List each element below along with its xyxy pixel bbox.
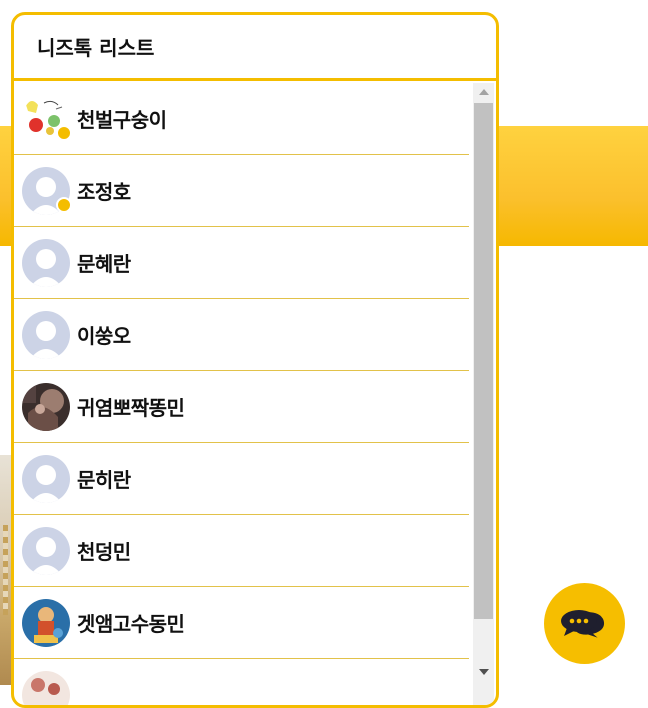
friend-list: 천벌구숭이 조정호 — [14, 83, 469, 708]
friend-name: 겟앰고수동민 — [77, 608, 184, 637]
photo-avatar-icon — [22, 671, 70, 708]
online-status-dot — [56, 197, 72, 213]
scroll-thumb[interactable] — [474, 103, 493, 619]
list-item[interactable]: 귀염뽀짝똥민 — [14, 371, 469, 443]
photo-avatar-icon — [22, 383, 70, 431]
list-item[interactable]: 문혜란 — [14, 227, 469, 299]
scroll-up-arrow-icon — [479, 89, 489, 95]
scroll-down-button[interactable] — [473, 663, 494, 681]
friend-name: 문히란 — [77, 464, 131, 493]
chat-bubbles-icon — [560, 608, 610, 640]
chat-button[interactable] — [544, 583, 625, 664]
list-item[interactable]: 이쑹오 — [14, 299, 469, 371]
list-item[interactable] — [14, 659, 469, 708]
friend-name: 천벌구숭이 — [77, 104, 167, 133]
avatar — [22, 311, 70, 359]
default-avatar-icon — [22, 311, 70, 359]
panel-title: 니즈톡 리스트 — [37, 32, 154, 61]
online-status-dot — [56, 125, 72, 141]
avatar — [22, 671, 70, 708]
list-item[interactable]: 문히란 — [14, 443, 469, 515]
default-avatar-icon — [22, 455, 70, 503]
friend-name: 이쑹오 — [77, 320, 131, 349]
friend-name: 조정호 — [77, 176, 131, 205]
avatar — [22, 95, 70, 143]
friend-list-area[interactable]: 천벌구숭이 조정호 — [14, 83, 496, 705]
chat-list-panel: 니즈톡 리스트 — [11, 12, 499, 708]
list-item[interactable]: 조정호 — [14, 155, 469, 227]
panel-header: 니즈톡 리스트 — [14, 15, 496, 81]
avatar — [22, 599, 70, 647]
avatar — [22, 239, 70, 287]
avatar — [22, 455, 70, 503]
avatar — [22, 527, 70, 575]
friend-name: 문혜란 — [77, 248, 131, 277]
default-avatar-icon — [22, 239, 70, 287]
list-item[interactable]: 천벌구숭이 — [14, 83, 469, 155]
default-avatar-icon — [22, 527, 70, 575]
illustration-avatar-icon — [22, 599, 70, 647]
scrollbar[interactable] — [473, 83, 494, 705]
scroll-down-arrow-icon — [479, 669, 489, 675]
friend-name: 천덩민 — [77, 536, 131, 565]
avatar — [22, 167, 70, 215]
avatar — [22, 383, 70, 431]
scroll-up-button[interactable] — [473, 83, 494, 101]
list-item[interactable]: 천덩민 — [14, 515, 469, 587]
friend-name: 귀염뽀짝똥민 — [77, 392, 184, 421]
list-item[interactable]: 겟앰고수동민 — [14, 587, 469, 659]
